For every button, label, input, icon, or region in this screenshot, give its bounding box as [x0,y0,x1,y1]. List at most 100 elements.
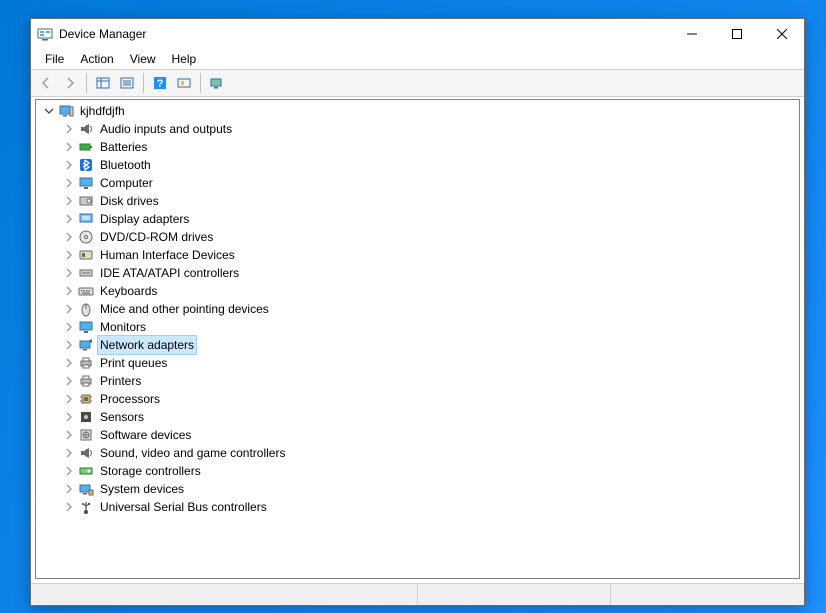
titlebar: Device Manager [31,19,804,49]
ide-icon [78,265,94,281]
close-button[interactable] [759,19,804,49]
tree-item-ide[interactable]: IDE ATA/ATAPI controllers [40,264,799,282]
computer-icon [58,103,74,119]
chevron-right-icon[interactable] [62,266,76,280]
chevron-right-icon[interactable] [62,230,76,244]
tree-item-storage[interactable]: Storage controllers [40,462,799,480]
chevron-right-icon[interactable] [62,410,76,424]
tree-item-label: Monitors [98,318,148,336]
tree-item-label: System devices [98,480,186,498]
chevron-right-icon[interactable] [62,302,76,316]
show-hide-tree-button[interactable] [92,72,114,94]
tree-item-label: Keyboards [98,282,159,300]
chevron-right-icon[interactable] [62,356,76,370]
cd-icon [78,229,94,245]
chevron-right-icon[interactable] [62,392,76,406]
printer-icon [78,373,94,389]
system-icon [78,481,94,497]
tree-item-label: Sensors [98,408,146,426]
tree-root[interactable]: kjhdfdjfh [40,102,799,120]
nav-forward-button[interactable] [59,72,81,94]
chevron-right-icon[interactable] [62,248,76,262]
minimize-button[interactable] [669,19,714,49]
speaker-icon [78,445,94,461]
chevron-right-icon[interactable] [62,464,76,478]
nav-back-button[interactable] [35,72,57,94]
tree-item-bluetooth[interactable]: Bluetooth [40,156,799,174]
chevron-down-icon[interactable] [42,104,56,118]
tree-item-usb[interactable]: Universal Serial Bus controllers [40,498,799,516]
hid-icon [78,247,94,263]
network-icon [78,337,94,353]
tree-view[interactable]: kjhdfdjfhAudio inputs and outputsBatteri… [35,99,800,579]
tree-item-label: Batteries [98,138,149,156]
tree-item-processors[interactable]: Processors [40,390,799,408]
statusbar [31,583,804,605]
keyboard-icon [78,283,94,299]
tree-item-monitors[interactable]: Monitors [40,318,799,336]
tree-root-label: kjhdfdjfh [78,102,127,120]
view-devices-button[interactable] [206,72,228,94]
chevron-right-icon[interactable] [62,338,76,352]
tree-item-dvd[interactable]: DVD/CD-ROM drives [40,228,799,246]
chevron-right-icon[interactable] [62,428,76,442]
chevron-right-icon[interactable] [62,212,76,226]
properties-button[interactable] [116,72,138,94]
device-manager-window: Device Manager File Action View Help [30,18,805,606]
display-icon [78,211,94,227]
tree-item-label: Processors [98,390,162,408]
software-icon [78,427,94,443]
menu-view[interactable]: View [122,50,164,68]
tree-item-label: Audio inputs and outputs [98,120,234,138]
tree-item-batteries[interactable]: Batteries [40,138,799,156]
chevron-right-icon[interactable] [62,482,76,496]
tree-item-label: Human Interface Devices [98,246,237,264]
chevron-right-icon[interactable] [62,122,76,136]
tree-item-printers[interactable]: Printers [40,372,799,390]
tree-item-software[interactable]: Software devices [40,426,799,444]
sensor-icon [78,409,94,425]
tree-item-sensors[interactable]: Sensors [40,408,799,426]
tree-item-label: Display adapters [98,210,191,228]
tree-item-keyboards[interactable]: Keyboards [40,282,799,300]
window-title: Device Manager [59,27,146,41]
menu-help[interactable]: Help [164,50,205,68]
disk-icon [78,193,94,209]
tree-item-label: DVD/CD-ROM drives [98,228,215,246]
chevron-right-icon[interactable] [62,500,76,514]
tree-item-label: IDE ATA/ATAPI controllers [98,264,241,282]
chevron-right-icon[interactable] [62,374,76,388]
battery-icon [78,139,94,155]
chevron-right-icon[interactable] [62,446,76,460]
usb-icon [78,499,94,515]
chevron-right-icon[interactable] [62,140,76,154]
chevron-right-icon[interactable] [62,284,76,298]
tree-item-label: Network adapters [98,336,196,354]
chevron-right-icon[interactable] [62,158,76,172]
tree-item-mice[interactable]: Mice and other pointing devices [40,300,799,318]
chevron-right-icon[interactable] [62,176,76,190]
tree-item-network[interactable]: Network adapters [40,336,799,354]
monitor-icon [78,175,94,191]
tree-item-disk[interactable]: Disk drives [40,192,799,210]
scan-hardware-button[interactable] [173,72,195,94]
tree-item-label: Computer [98,174,155,192]
menu-action[interactable]: Action [72,50,121,68]
tree-item-label: Software devices [98,426,193,444]
tree-item-sound[interactable]: Sound, video and game controllers [40,444,799,462]
tree-item-computer[interactable]: Computer [40,174,799,192]
tree-item-system[interactable]: System devices [40,480,799,498]
app-icon [37,26,53,42]
tree-item-label: Bluetooth [98,156,153,174]
tree-item-audio[interactable]: Audio inputs and outputs [40,120,799,138]
maximize-button[interactable] [714,19,759,49]
tree-item-hid[interactable]: Human Interface Devices [40,246,799,264]
tree-item-display[interactable]: Display adapters [40,210,799,228]
help-button[interactable]: ? [149,72,171,94]
tree-item-label: Universal Serial Bus controllers [98,498,269,516]
speaker-icon [78,121,94,137]
menu-file[interactable]: File [37,50,72,68]
chevron-right-icon[interactable] [62,194,76,208]
chevron-right-icon[interactable] [62,320,76,334]
tree-item-printq[interactable]: Print queues [40,354,799,372]
